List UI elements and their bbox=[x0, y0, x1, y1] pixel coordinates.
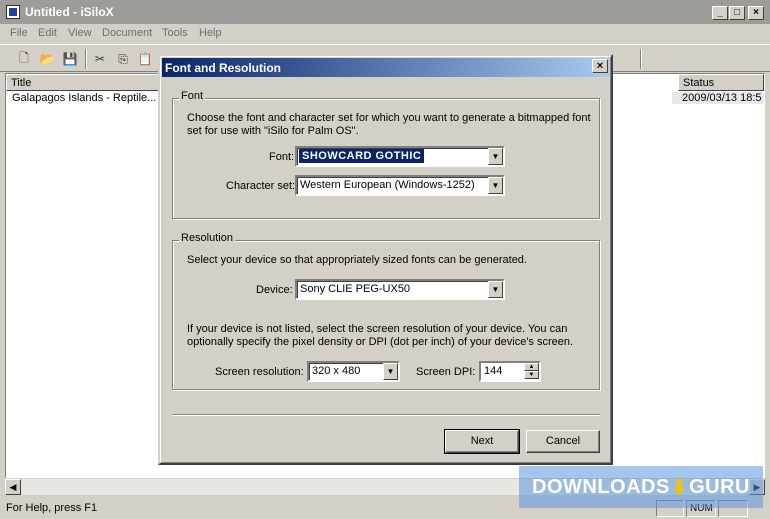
chevron-down-icon[interactable]: ▼ bbox=[383, 363, 398, 380]
save-icon[interactable]: 💾 bbox=[62, 51, 78, 67]
status-text: For Help, press F1 bbox=[6, 502, 98, 514]
device-dropdown[interactable]: Sony CLIE PEG-UX50 ▼ bbox=[295, 279, 505, 300]
row-title[interactable]: Galapagos Islands - Reptile... bbox=[12, 92, 160, 104]
chevron-down-icon[interactable]: ▼ bbox=[488, 177, 503, 194]
row-status[interactable]: 2009/03/13 18:5 bbox=[672, 92, 764, 104]
minimize-button[interactable]: _ bbox=[712, 6, 728, 20]
menu-file[interactable]: File bbox=[10, 27, 28, 39]
watermark: DOWNLOADS ⬇ GURU bbox=[519, 466, 763, 508]
close-icon: × bbox=[596, 60, 604, 72]
screen-dpi-value: 144 bbox=[484, 365, 503, 377]
minimize-icon: _ bbox=[717, 7, 723, 18]
cancel-button[interactable]: Cancel bbox=[526, 430, 600, 453]
column-header-status[interactable]: Status bbox=[678, 74, 764, 91]
menu-view[interactable]: View bbox=[68, 27, 92, 39]
close-button[interactable]: × bbox=[748, 6, 764, 20]
app-icon bbox=[6, 5, 20, 19]
charset-dropdown[interactable]: Western European (Windows-1252) ▼ bbox=[295, 175, 505, 196]
charset-value: Western European (Windows-1252) bbox=[300, 179, 475, 191]
title-bar: Untitled - iSiloX _ □ × bbox=[0, 0, 770, 24]
cut-icon[interactable]: ✂ bbox=[92, 51, 108, 67]
toolbar-separator bbox=[85, 49, 87, 69]
charset-label: Character set: bbox=[226, 180, 296, 192]
font-resolution-dialog: Font and Resolution × Font Choose the fo… bbox=[158, 54, 613, 465]
menu-document[interactable]: Document bbox=[102, 27, 152, 39]
font-group-legend: Font bbox=[179, 90, 206, 102]
toolbar-separator bbox=[640, 49, 642, 69]
watermark-left: DOWNLOADS bbox=[532, 475, 670, 498]
font-description: Choose the font and character set for wh… bbox=[187, 112, 591, 137]
screen-dpi-spinner[interactable]: 144 ▲ ▼ bbox=[479, 361, 541, 382]
maximize-button[interactable]: □ bbox=[729, 6, 745, 20]
spin-down-icon[interactable]: ▼ bbox=[524, 371, 539, 379]
copy-icon[interactable]: ⎘ bbox=[115, 51, 131, 67]
screen-resolution-value: 320 x 480 bbox=[312, 365, 361, 377]
menu-bar: File Edit View Document Tools Help bbox=[0, 24, 770, 44]
screen-resolution-label: Screen resolution: bbox=[215, 366, 304, 378]
font-label: Font: bbox=[269, 151, 295, 163]
chevron-down-icon[interactable]: ▼ bbox=[488, 281, 503, 298]
new-file-icon[interactable]: 🗋 bbox=[16, 51, 32, 67]
column-header-title[interactable]: Title bbox=[6, 74, 159, 91]
next-button[interactable]: Next bbox=[444, 429, 520, 454]
menu-help[interactable]: Help bbox=[199, 27, 222, 39]
scroll-left-icon[interactable]: ◀ bbox=[5, 479, 21, 495]
spin-up-icon[interactable]: ▲ bbox=[524, 363, 539, 371]
dialog-divider bbox=[172, 414, 600, 416]
close-icon: × bbox=[753, 7, 759, 18]
chevron-down-icon[interactable]: ▼ bbox=[488, 148, 503, 165]
window-title: Untitled - iSiloX bbox=[25, 5, 114, 19]
font-dropdown[interactable]: SHOWCARD GOTHIC ▼ bbox=[295, 146, 505, 167]
resolution-note: If your device is not listed, select the… bbox=[187, 323, 574, 348]
font-value: SHOWCARD GOTHIC bbox=[299, 149, 425, 163]
watermark-right: GURU bbox=[689, 475, 750, 498]
dialog-title-bar: Font and Resolution bbox=[162, 58, 609, 77]
maximize-icon: □ bbox=[733, 7, 741, 18]
resolution-group-legend: Resolution bbox=[179, 232, 235, 244]
resolution-description: Select your device so that appropriately… bbox=[187, 254, 527, 266]
screen-resolution-dropdown[interactable]: 320 x 480 ▼ bbox=[307, 361, 400, 382]
device-label: Device: bbox=[256, 284, 293, 296]
dialog-title: Font and Resolution bbox=[165, 61, 281, 75]
menu-edit[interactable]: Edit bbox=[38, 27, 57, 39]
dialog-close-button[interactable]: × bbox=[592, 59, 608, 73]
device-value: Sony CLIE PEG-UX50 bbox=[300, 283, 411, 295]
menu-tools[interactable]: Tools bbox=[162, 27, 188, 39]
screen-dpi-label: Screen DPI: bbox=[416, 366, 476, 378]
paste-icon[interactable]: 📋 bbox=[137, 51, 153, 67]
download-arrow-icon: ⬇ bbox=[670, 476, 689, 499]
open-folder-icon[interactable]: 📂 bbox=[39, 51, 55, 67]
